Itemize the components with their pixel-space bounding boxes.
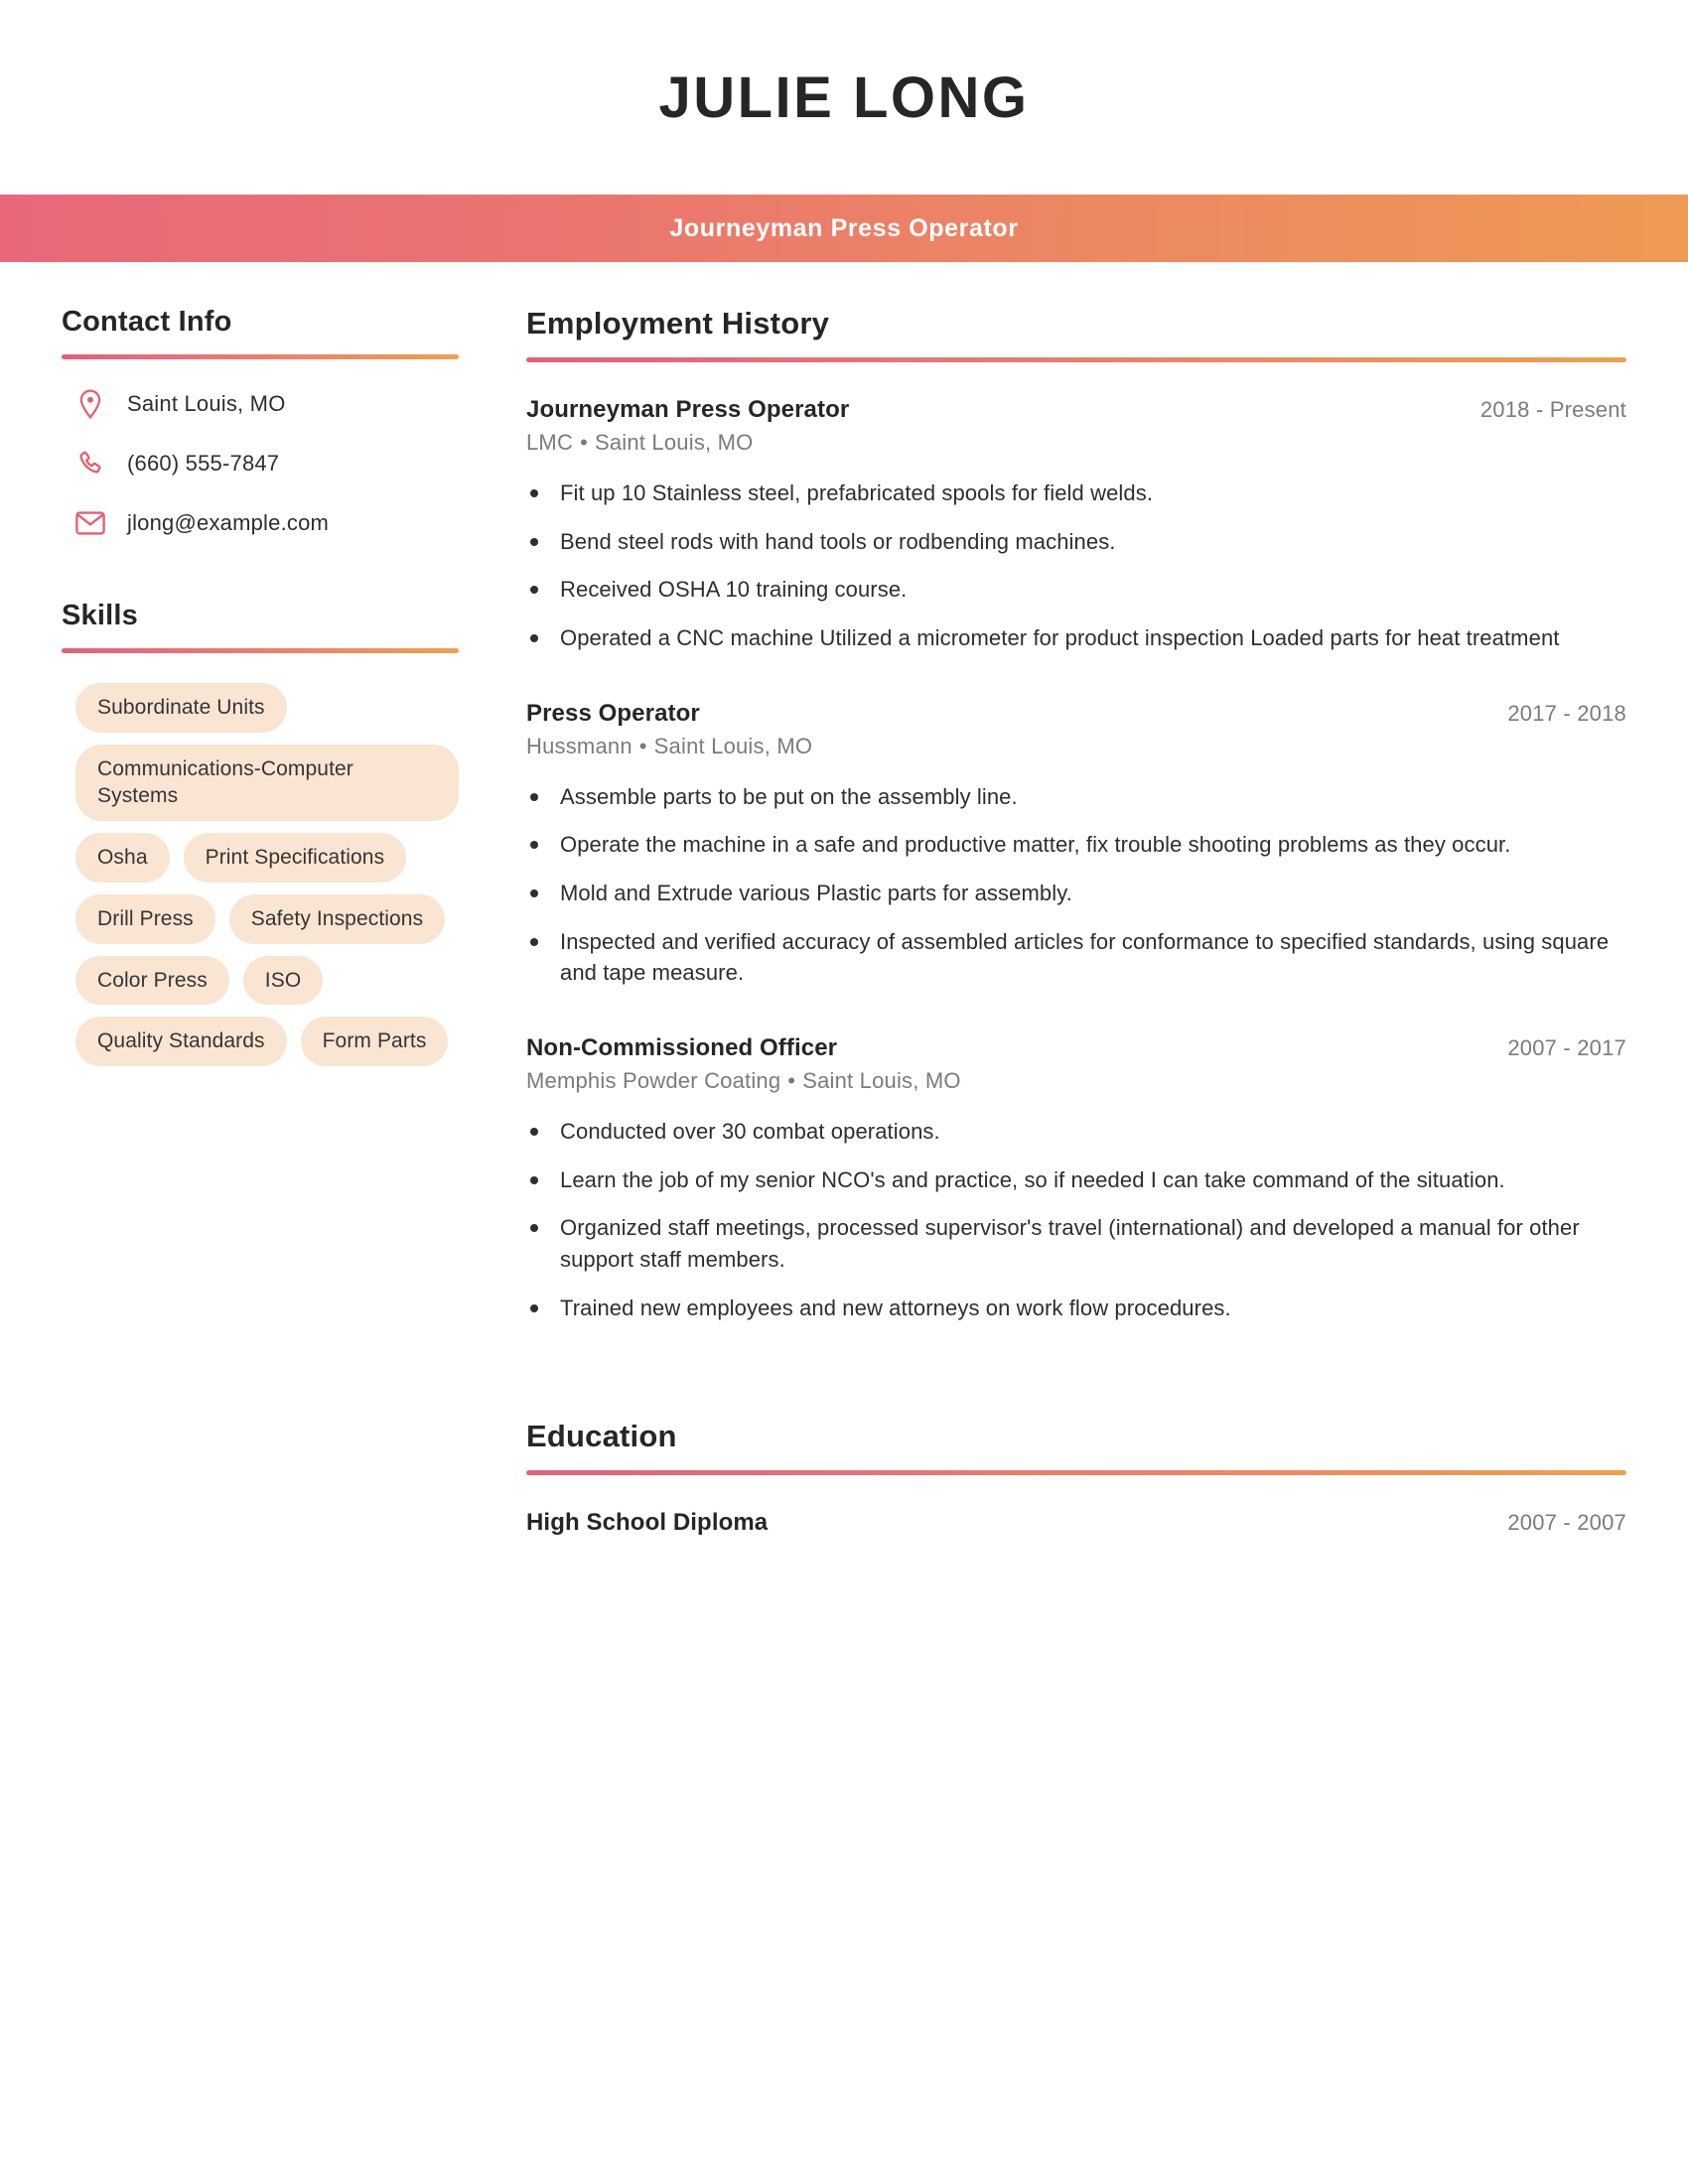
employment-bullet: Operated a CNC machine Utilized a microm… — [526, 622, 1626, 654]
employment-entry-headline: Journeyman Press Operator 2018 - Present — [526, 396, 1626, 424]
employment-job-dates: 2017 - 2018 — [1507, 700, 1626, 726]
employment-bullet: Operate the machine in a safe and produc… — [526, 829, 1626, 861]
contact-location-value: Saint Louis, MO — [127, 391, 286, 416]
main-column: Employment History Journeyman Press Oper… — [526, 306, 1626, 1537]
employment-bullet: Mold and Extrude various Plastic parts f… — [526, 878, 1626, 909]
education-heading: Education — [526, 1419, 677, 1454]
employment-job-meta: LMC • Saint Louis, MO — [526, 430, 1626, 456]
employment-entry-headline: Press Operator 2017 - 2018 — [526, 700, 1626, 728]
employment-bullet: Trained new employees and new attorneys … — [526, 1293, 1626, 1324]
skill-pill[interactable]: Osha — [75, 833, 170, 883]
skill-pill[interactable]: Color Press — [75, 955, 229, 1006]
phone-icon — [75, 449, 105, 478]
skills-section: Skills Subordinate Units Communications-… — [62, 600, 459, 1067]
employment-company: Memphis Powder Coating — [526, 1068, 781, 1094]
employment-company: LMC — [526, 430, 574, 455]
employment-location: Saint Louis, MO — [594, 430, 754, 455]
skill-pill[interactable]: Subordinate Units — [75, 683, 287, 733]
contact-list: Saint Louis, MO (660) 555-7847 jlong@exa… — [62, 389, 459, 538]
candidate-name: JULIE LONG — [658, 65, 1030, 130]
skill-pill[interactable]: Safety Inspections — [228, 893, 446, 944]
contact-info-heading: Contact Info — [62, 306, 232, 338]
skill-pill[interactable]: Communications-Computer Systems — [75, 744, 459, 822]
sidebar: Contact Info Saint Louis, MO (660) 555-7… — [62, 306, 459, 1067]
employment-bullet-list: Assemble parts to be put on the assembly… — [526, 781, 1626, 989]
education-dates: 2007 - 2007 — [1507, 1510, 1626, 1536]
employment-bullet: Received OSHA 10 training course. — [526, 574, 1626, 606]
employment-history-heading: Employment History — [526, 306, 830, 341]
employment-bullet: Learn the job of my senior NCO's and pra… — [526, 1164, 1626, 1196]
skills-divider — [62, 648, 459, 653]
location-pin-icon — [75, 389, 105, 419]
employment-job-dates: 2018 - Present — [1479, 397, 1626, 422]
employment-bullet: Bend steel rods with hand tools or rodbe… — [526, 526, 1626, 558]
meta-separator-dot: • — [580, 430, 588, 455]
contact-item-location[interactable]: Saint Louis, MO — [62, 389, 459, 419]
employment-job-title: Journeyman Press Operator — [526, 396, 850, 423]
employment-job-dates: 2007 - 2017 — [1507, 1035, 1626, 1061]
education-section: Education High School Diploma 2007 - 200… — [526, 1419, 1626, 1537]
employment-location: Saint Louis, MO — [802, 1068, 961, 1094]
education-divider — [526, 1470, 1626, 1476]
resume-header: JULIE LONG — [0, 0, 1688, 195]
resume-body: Contact Info Saint Louis, MO (660) 555-7… — [0, 262, 1688, 1537]
employment-job-meta: Hussmann • Saint Louis, MO — [526, 734, 1626, 759]
employment-bullet: Organized staff meetings, processed supe… — [526, 1212, 1626, 1275]
employment-entry: Journeyman Press Operator 2018 - Present… — [526, 396, 1626, 654]
employment-bullet: Inspected and verified accuracy of assem… — [526, 926, 1626, 989]
education-degree: High School Diploma — [526, 1509, 769, 1537]
skill-pill[interactable]: Form Parts — [300, 1017, 449, 1067]
employment-job-title: Non-Commissioned Officer — [526, 1034, 838, 1062]
employment-job-title: Press Operator — [526, 699, 700, 727]
contact-info-divider — [62, 354, 459, 359]
contact-email-value: jlong@example.com — [127, 510, 330, 535]
employment-entry: Non-Commissioned Officer 2007 - 2017 Mem… — [526, 1034, 1626, 1323]
candidate-job-title: Journeyman Press Operator — [669, 213, 1019, 242]
contact-item-email[interactable]: jlong@example.com — [62, 508, 459, 538]
meta-separator-dot: • — [638, 733, 647, 758]
envelope-icon — [75, 508, 105, 538]
employment-history-section: Employment History Journeyman Press Oper… — [526, 306, 1626, 1323]
employment-company: Hussmann — [526, 733, 633, 758]
education-entry: High School Diploma 2007 - 2007 — [526, 1509, 1626, 1537]
contact-info-section: Contact Info Saint Louis, MO (660) 555-7… — [62, 306, 459, 538]
employment-entry: Press Operator 2017 - 2018 Hussmann • Sain… — [526, 700, 1626, 989]
contact-item-phone[interactable]: (660) 555-7847 — [62, 449, 459, 478]
skill-pill[interactable]: Drill Press — [75, 893, 215, 944]
employment-bullet-list: Conducted over 30 combat operations. Lea… — [526, 1116, 1626, 1323]
employment-bullet: Assemble parts to be put on the assembly… — [526, 781, 1626, 813]
skill-pill[interactable]: Print Specifications — [183, 833, 407, 883]
employment-bullet: Fit up 10 Stainless steel, prefabricated… — [526, 478, 1626, 509]
employment-location: Saint Louis, MO — [653, 733, 813, 758]
employment-history-divider — [526, 357, 1626, 362]
skill-pill[interactable]: ISO — [242, 955, 324, 1006]
employment-bullet-list: Fit up 10 Stainless steel, prefabricated… — [526, 478, 1626, 654]
employment-job-meta: Memphis Powder Coating • Saint Louis, MO — [526, 1068, 1626, 1094]
contact-phone-value: (660) 555-7847 — [127, 451, 280, 476]
job-title-band: Journeyman Press Operator — [0, 195, 1688, 262]
employment-bullet: Conducted over 30 combat operations. — [526, 1116, 1626, 1148]
skills-heading: Skills — [62, 600, 138, 631]
meta-separator-dot: • — [787, 1068, 796, 1094]
skill-pill[interactable]: Quality Standards — [75, 1017, 287, 1067]
employment-entry-headline: Non-Commissioned Officer 2007 - 2017 — [526, 1034, 1626, 1062]
skills-list: Subordinate Units Communications-Compute… — [62, 683, 459, 1067]
